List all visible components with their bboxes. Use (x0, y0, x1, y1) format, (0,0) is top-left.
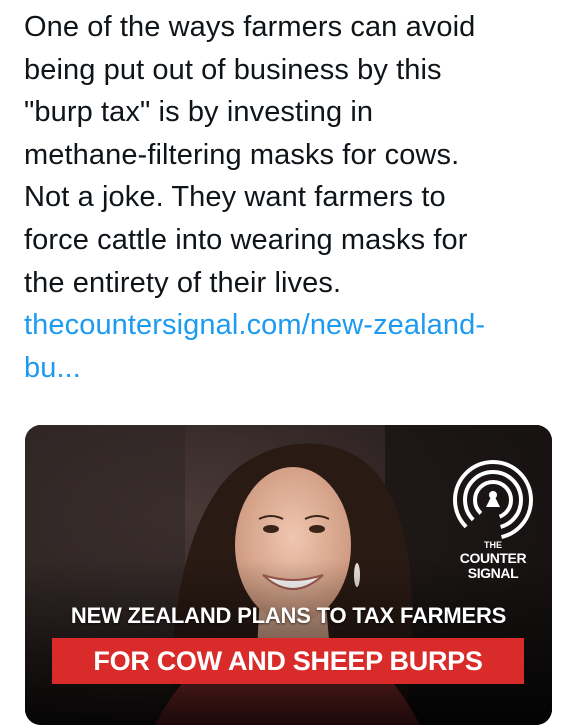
card-headline: NEW ZEALAND PLANS TO TAX FARMERS (70, 603, 507, 628)
tweet-line: One of the ways farmers can avoid (24, 11, 476, 43)
link-preview-card[interactable]: THE COUNTER SIGNAL NEW ZEALAND PLANS TO … (25, 425, 552, 725)
article-link-continued[interactable]: bu... (24, 347, 569, 390)
logo-the-text: THE (484, 540, 502, 550)
article-link[interactable]: thecountersignal.com/new-zealand- (24, 304, 569, 347)
tweet-text: One of the ways farmers can avoid being … (24, 6, 569, 389)
counter-signal-logo: THE COUNTER SIGNAL (450, 457, 536, 587)
card-banner: FOR COW AND SHEEP BURPS (52, 638, 524, 684)
tweet-line: "burp tax" is by investing in (24, 96, 374, 129)
article-link-line[interactable]: thecountersignal.com/new-zealand- (24, 309, 485, 341)
logo-signal-text: SIGNAL (467, 565, 519, 581)
tweet-line: methane-filtering masks for cows. (24, 138, 460, 171)
card-banner-text: FOR COW AND SHEEP BURPS (93, 646, 483, 676)
tweet-line: the entirety of their lives. (24, 266, 342, 299)
signal-icon (453, 460, 533, 540)
tweet-line: being put out of business by this (24, 53, 442, 86)
tweet-line: force cattle into wearing masks for (24, 223, 468, 256)
logo-counter-text: COUNTER (459, 550, 527, 566)
article-link-line[interactable]: bu... (24, 352, 81, 384)
tweet-line: Not a joke. They want farmers to (24, 181, 446, 214)
